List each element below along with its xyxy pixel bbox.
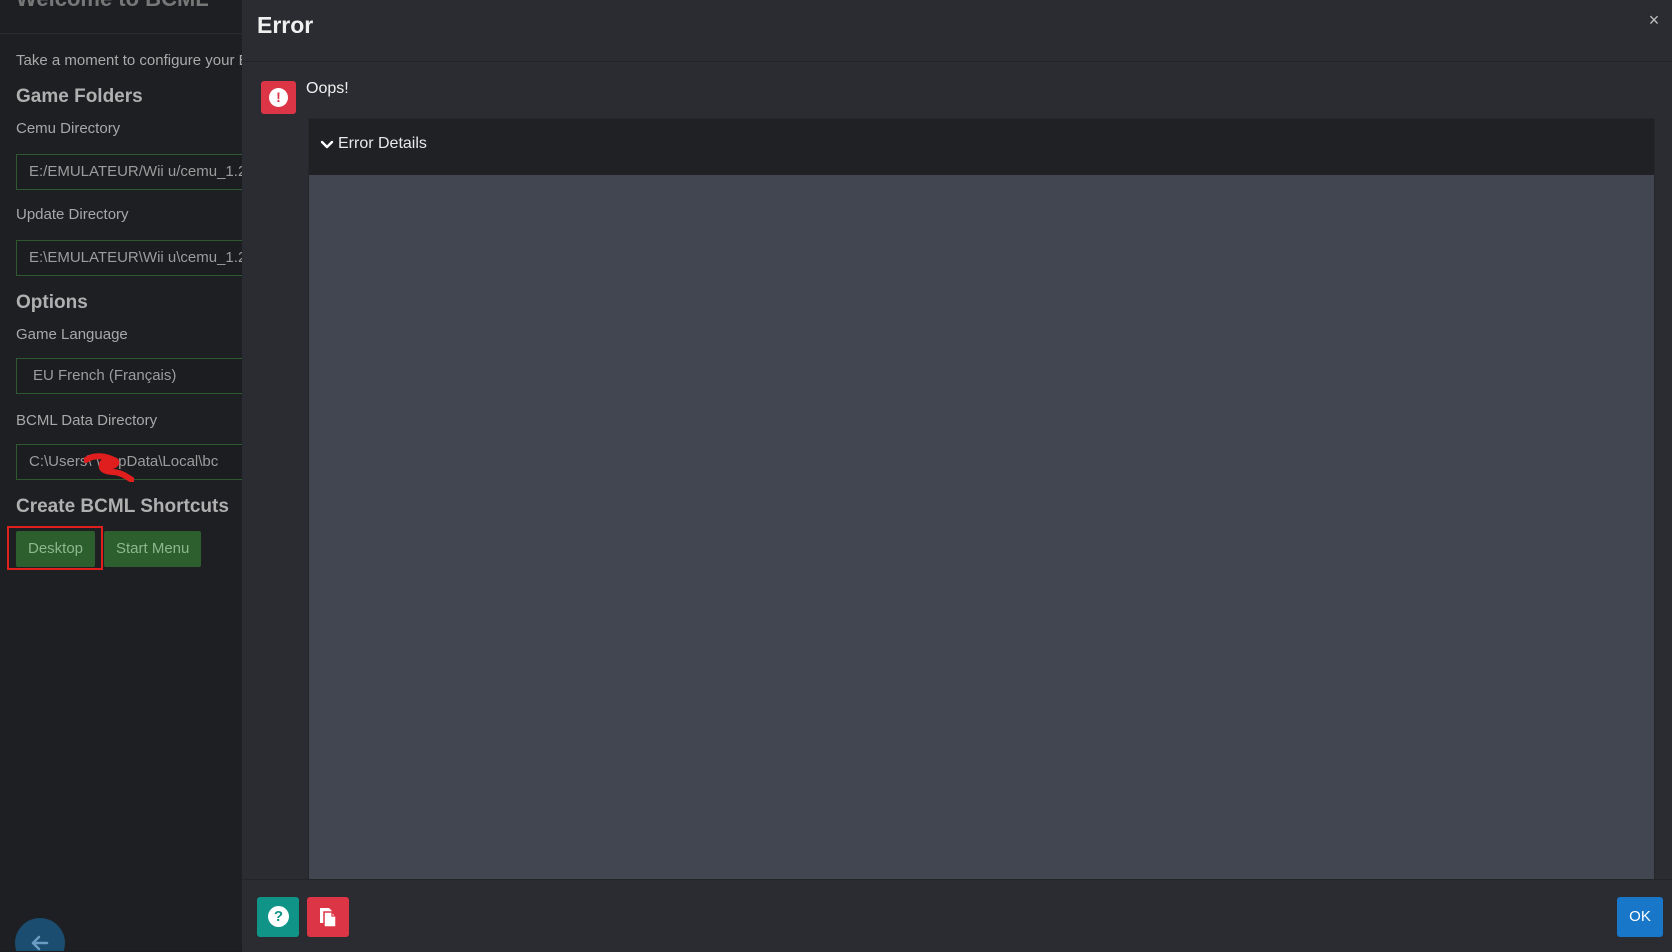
- error-details-toggle[interactable]: Error Details: [309, 119, 1654, 175]
- copy-icon: [320, 908, 337, 928]
- game-language-label: Game Language: [16, 326, 128, 343]
- setup-divider: [0, 33, 242, 34]
- update-directory-label: Update Directory: [16, 206, 129, 223]
- cemu-directory-input[interactable]: E:/EMULATEUR/Wii u/cemu_1.25: [16, 154, 242, 190]
- copy-error-button[interactable]: [307, 897, 349, 937]
- chevron-down-icon: [320, 140, 334, 149]
- close-icon[interactable]: ×: [1644, 10, 1664, 30]
- dialog-footer: ? OK: [242, 879, 1672, 952]
- error-dialog: Error × ! Oops! Error Details ? OK: [242, 0, 1672, 952]
- ok-button[interactable]: OK: [1617, 897, 1663, 937]
- redaction-scribble: [84, 453, 134, 482]
- cemu-directory-label: Cemu Directory: [16, 120, 121, 137]
- section-options: Options: [16, 292, 88, 313]
- error-details-panel: Error Details: [308, 118, 1655, 880]
- arrow-left-icon: [31, 935, 49, 951]
- setup-intro: Take a moment to configure your BCML set…: [16, 52, 242, 69]
- section-shortcuts: Create BCML Shortcuts: [16, 496, 229, 517]
- help-button[interactable]: ?: [257, 897, 299, 937]
- setup-title: Welcome to BCML: [16, 0, 209, 12]
- setup-panel: Welcome to BCML Take a moment to configu…: [0, 0, 242, 951]
- dialog-title: Error: [257, 12, 314, 38]
- update-directory-input[interactable]: E:\EMULATEUR\Wii u\cemu_1.25: [16, 240, 242, 276]
- exclamation-icon: !: [269, 88, 288, 107]
- bcml-data-directory-label: BCML Data Directory: [16, 412, 158, 429]
- error-details-label: Error Details: [338, 135, 427, 152]
- start-menu-shortcut-button[interactable]: Start Menu: [104, 531, 202, 567]
- annotation-highlight-box: [7, 526, 103, 570]
- section-game-folders: Game Folders: [16, 86, 143, 107]
- question-icon: ?: [268, 906, 289, 927]
- game-language-select[interactable]: EU French (Français): [16, 358, 242, 394]
- error-icon: !: [261, 81, 296, 114]
- error-message: Oops!: [306, 80, 349, 97]
- back-button[interactable]: [15, 918, 65, 951]
- dialog-header: Error ×: [242, 0, 1672, 62]
